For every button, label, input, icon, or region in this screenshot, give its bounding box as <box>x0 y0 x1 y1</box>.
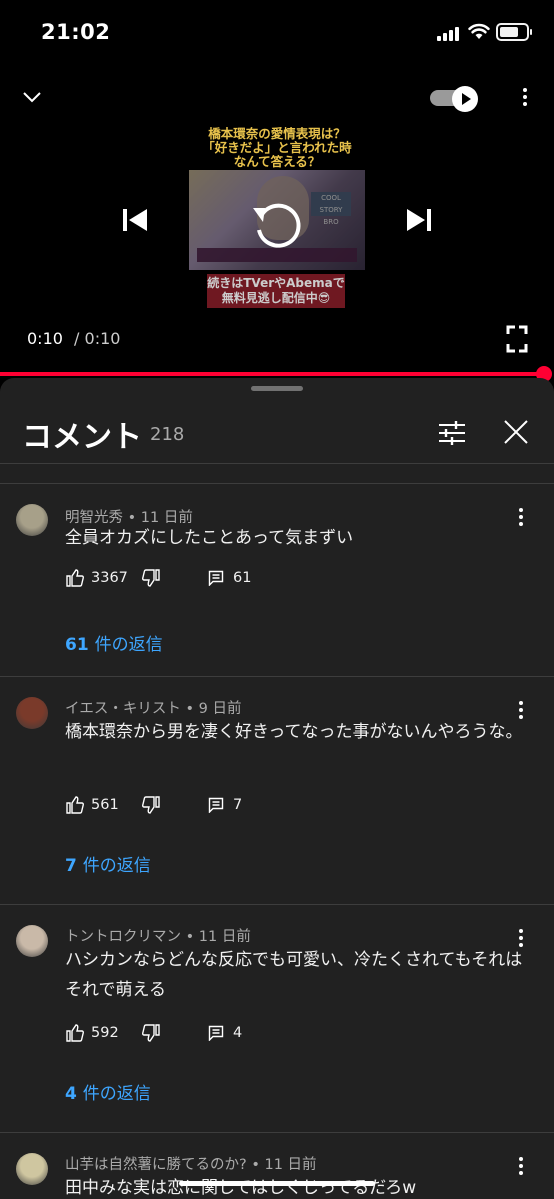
avatar[interactable] <box>16 504 48 536</box>
thumbnail-footer-line: 無料見逃し配信中😎 <box>221 291 331 305</box>
wifi-icon <box>468 23 490 39</box>
comment-actions: 3367 61 <box>65 568 365 592</box>
duration: 0:10 <box>84 329 121 348</box>
comment-meta: イエス・キリスト • 9 日前 <box>65 697 241 718</box>
view-replies-link[interactable]: 61 件の返信 <box>65 630 163 655</box>
avatar[interactable] <box>16 925 48 957</box>
comment-text: 全員オカズにしたことあって気まずい <box>65 528 354 548</box>
reply-link-label: 件の返信 <box>94 635 163 655</box>
cellular-signal-icon <box>437 27 459 41</box>
reply-link-count: 4 <box>65 1084 77 1104</box>
play-icon <box>452 86 478 112</box>
divider <box>0 463 554 464</box>
like-count: 592 <box>91 1025 119 1041</box>
video-player[interactable]: 橋本環奈の愛情表現は？ 「好きだよ」と言われた時 なんて答える？ COOL ST… <box>0 66 554 376</box>
reply-count: 4 <box>233 1025 243 1041</box>
reply-count: 7 <box>233 797 243 813</box>
fullscreen-icon[interactable] <box>506 325 528 353</box>
like-icon[interactable] <box>65 568 85 588</box>
like-icon[interactable] <box>65 1023 85 1043</box>
thumbnail-title-line: 「好きだよ」と言われた時 <box>202 140 352 155</box>
thumbnail-footer: 続きはTVerやAbemaで 無料見逃し配信中😎 <box>207 274 345 308</box>
previous-icon[interactable] <box>121 206 149 234</box>
progress-bar[interactable] <box>0 372 545 376</box>
next-icon[interactable] <box>405 206 433 234</box>
view-replies-link[interactable]: 4 件の返信 <box>65 1079 151 1104</box>
time-display: 0:10 / 0:10 <box>27 329 120 348</box>
like-count: 561 <box>91 797 119 813</box>
comment-meta: 山芋は自然薯に勝てるのか? • 11 日前 <box>65 1153 317 1174</box>
home-indicator[interactable] <box>179 1181 375 1186</box>
meta-separator: • <box>185 929 195 945</box>
comment-item: 山芋は自然薯に勝てるのか? • 11 日前 田中みな実は恋に関してはしくじってる… <box>0 1133 554 1199</box>
comments-panel: コメント 218 明智光秀 • 11 日前 全員オカズにしたことあって気まずい … <box>0 378 554 1199</box>
comment-age: 9 日前 <box>198 701 242 717</box>
comment-author[interactable]: 山芋は自然薯に勝てるのか? <box>65 1157 247 1173</box>
reply-link-count: 7 <box>65 856 77 876</box>
dislike-icon[interactable] <box>141 1023 161 1043</box>
autoplay-toggle[interactable] <box>430 86 480 112</box>
comment-age: 11 日前 <box>264 1157 317 1173</box>
comment-actions: 592 4 <box>65 1023 365 1047</box>
chevron-down-icon[interactable] <box>20 90 44 104</box>
drag-handle[interactable] <box>251 386 303 391</box>
panel-title: コメント <box>22 420 142 455</box>
replay-icon[interactable] <box>247 194 307 254</box>
like-icon[interactable] <box>65 795 85 815</box>
battery-icon <box>496 23 532 41</box>
avatar[interactable] <box>16 1153 48 1185</box>
view-replies-link[interactable]: 7 件の返信 <box>65 851 151 876</box>
reply-icon[interactable] <box>208 1025 224 1041</box>
comment-text: ハシカンならどんな反応でも可愛い、冷たくされてもそれはそれで萌える <box>65 950 523 1000</box>
comment-meta: トントロクリマン • 11 日前 <box>65 925 251 946</box>
comment-text: 田中みな実は恋に関してはしくじってるだろw <box>65 1178 417 1198</box>
reply-link-label: 件の返信 <box>82 1084 151 1104</box>
reply-icon[interactable] <box>208 797 224 813</box>
comment-text: 橋本環奈から男を凄く好きってなった事がないんやろうな。 <box>65 722 523 742</box>
sort-filter-icon[interactable] <box>438 420 466 446</box>
comment-author[interactable]: トントロクリマン <box>65 929 181 945</box>
close-icon[interactable] <box>503 419 529 445</box>
time-separator: / <box>74 329 80 348</box>
dislike-icon[interactable] <box>141 795 161 815</box>
comment-age: 11 日前 <box>198 929 251 945</box>
thumbnail-footer-line: 続きはTVerやAbemaで <box>207 276 345 290</box>
reply-count: 61 <box>233 570 252 586</box>
thumbnail-title-line: なんて答える？ <box>233 154 321 169</box>
thumbnail-title-line: 橋本環奈の愛情表現は？ <box>208 126 346 141</box>
comment-author[interactable]: イエス・キリスト <box>65 701 181 717</box>
reply-icon[interactable] <box>208 570 224 586</box>
comment-item: 明智光秀 • 11 日前 全員オカズにしたことあって気まずい 3367 61 6… <box>0 484 554 676</box>
comment-item: イエス・キリスト • 9 日前 橋本環奈から男を凄く好きってなった事がないんやろ… <box>0 677 554 904</box>
comment-count: 218 <box>150 424 185 445</box>
thumbnail-box-label: COOL STORY BRO <box>311 192 351 226</box>
current-time: 0:10 <box>27 329 63 348</box>
reply-link-label: 件の返信 <box>82 856 151 876</box>
avatar[interactable] <box>16 697 48 729</box>
meta-separator: • <box>185 701 195 717</box>
comment-actions: 561 7 <box>65 795 365 819</box>
reply-link-count: 61 <box>65 635 89 655</box>
status-time: 21:02 <box>41 20 111 44</box>
like-count: 3367 <box>91 570 128 586</box>
status-bar: 21:02 <box>0 0 554 66</box>
more-options-icon[interactable] <box>522 88 528 110</box>
dislike-icon[interactable] <box>141 568 161 588</box>
meta-separator: • <box>251 1157 260 1173</box>
comment-item: トントロクリマン • 11 日前 ハシカンならどんな反応でも可愛い、冷たくされて… <box>0 905 554 1132</box>
